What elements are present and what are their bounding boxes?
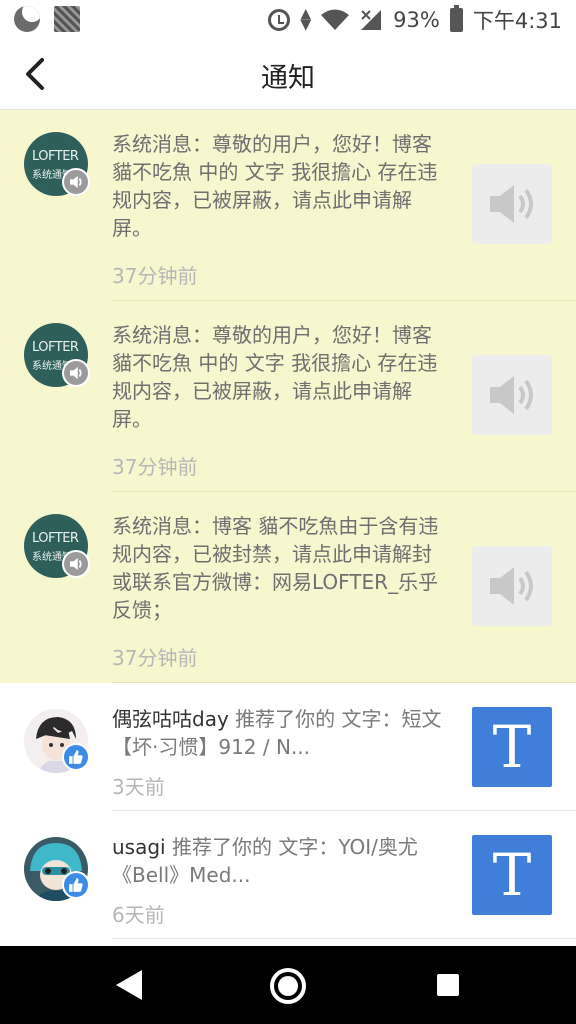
avatar-logo-text: LOFTER: [32, 149, 79, 164]
page-title: 通知: [261, 63, 315, 94]
app-header: 通知: [0, 38, 576, 110]
battery-percent: 93%: [393, 8, 440, 32]
notification-list: LOFTER 系统通知 系统消息：尊敬的用户，您好！博客 貓不吃魚 中的 文字 …: [0, 110, 576, 939]
speaker-icon: [490, 567, 533, 605]
alarm-icon: [268, 9, 291, 31]
notification-item-system[interactable]: LOFTER 系统通知 系统消息：尊敬的用户，您好！博客 貓不吃魚 中的 文字 …: [0, 301, 576, 492]
thumbs-up-badge-icon: [62, 871, 90, 899]
notification-item-recommend[interactable]: usagi 推荐了你的 文字：YOI/奥尤《Bell》Med... 6天前 T: [0, 811, 576, 939]
navigation-bar: [0, 946, 576, 1024]
image-notification-icon: [54, 6, 80, 32]
wifi-icon: [321, 9, 350, 30]
speaker-thumbnail[interactable]: [472, 164, 552, 244]
nav-back-icon[interactable]: [114, 968, 144, 1002]
notification-time: 37分钟前: [112, 646, 198, 670]
notification-time: 37分钟前: [112, 455, 198, 479]
do-not-disturb-icon: [14, 6, 40, 32]
avatar-logo-text: LOFTER: [32, 340, 79, 355]
thumbs-up-badge-icon: [62, 743, 90, 771]
speaker-badge-icon: [62, 168, 90, 196]
status-bar: ▲ ▼ 93% 下午4:31: [0, 0, 576, 38]
speaker-thumbnail[interactable]: [472, 546, 552, 626]
cellular-signal-icon: [361, 10, 382, 30]
speaker-icon: [490, 376, 533, 414]
speaker-badge-icon: [62, 550, 90, 578]
battery-icon: [449, 5, 463, 32]
notification-text: usagi 推荐了你的 文字：YOI/奥尤《Bell》Med...: [112, 833, 442, 889]
notification-item-system[interactable]: LOFTER 系统通知 系统消息：尊敬的用户，您好！博客 貓不吃魚 中的 文字 …: [0, 110, 576, 301]
notification-item-system[interactable]: LOFTER 系统通知 系统消息：博客 貓不吃魚由于含有违规内容，已被封禁，请点…: [0, 492, 576, 683]
notification-time: 3天前: [112, 775, 165, 799]
nav-home-icon[interactable]: [270, 968, 306, 1004]
notification-text: 系统消息：尊敬的用户，您好！博客 貓不吃魚 中的 文字 我很擔心 存在违规内容，…: [112, 323, 438, 431]
data-transfer-icon: ▲ ▼: [300, 6, 312, 33]
speaker-badge-icon: [62, 359, 90, 387]
clock: 下午4:31: [472, 9, 562, 33]
notification-time: 6天前: [112, 903, 165, 927]
notification-username[interactable]: 偶弦咕咕day: [112, 707, 229, 731]
notification-username[interactable]: usagi: [112, 835, 166, 859]
notification-text: 系统消息：尊敬的用户，您好！博客 貓不吃魚 中的 文字 我很擔心 存在违规内容，…: [112, 132, 438, 240]
text-post-thumbnail[interactable]: T: [472, 707, 552, 787]
notification-text: 偶弦咕咕day 推荐了你的 文字：短文【坏·习惯】912 / N...: [112, 705, 442, 761]
speaker-thumbnail[interactable]: [472, 355, 552, 435]
notification-text: 系统消息：博客 貓不吃魚由于含有违规内容，已被封禁，请点此申请解封 或联系官方微…: [112, 514, 439, 622]
avatar-logo-text: LOFTER: [32, 531, 79, 546]
nav-recents-icon[interactable]: [437, 974, 459, 996]
text-post-thumbnail[interactable]: T: [472, 835, 552, 915]
notification-item-recommend[interactable]: 偶弦咕咕day 推荐了你的 文字：短文【坏·习惯】912 / N... 3天前 …: [0, 683, 576, 811]
speaker-icon: [490, 185, 533, 223]
notification-time: 37分钟前: [112, 264, 198, 288]
